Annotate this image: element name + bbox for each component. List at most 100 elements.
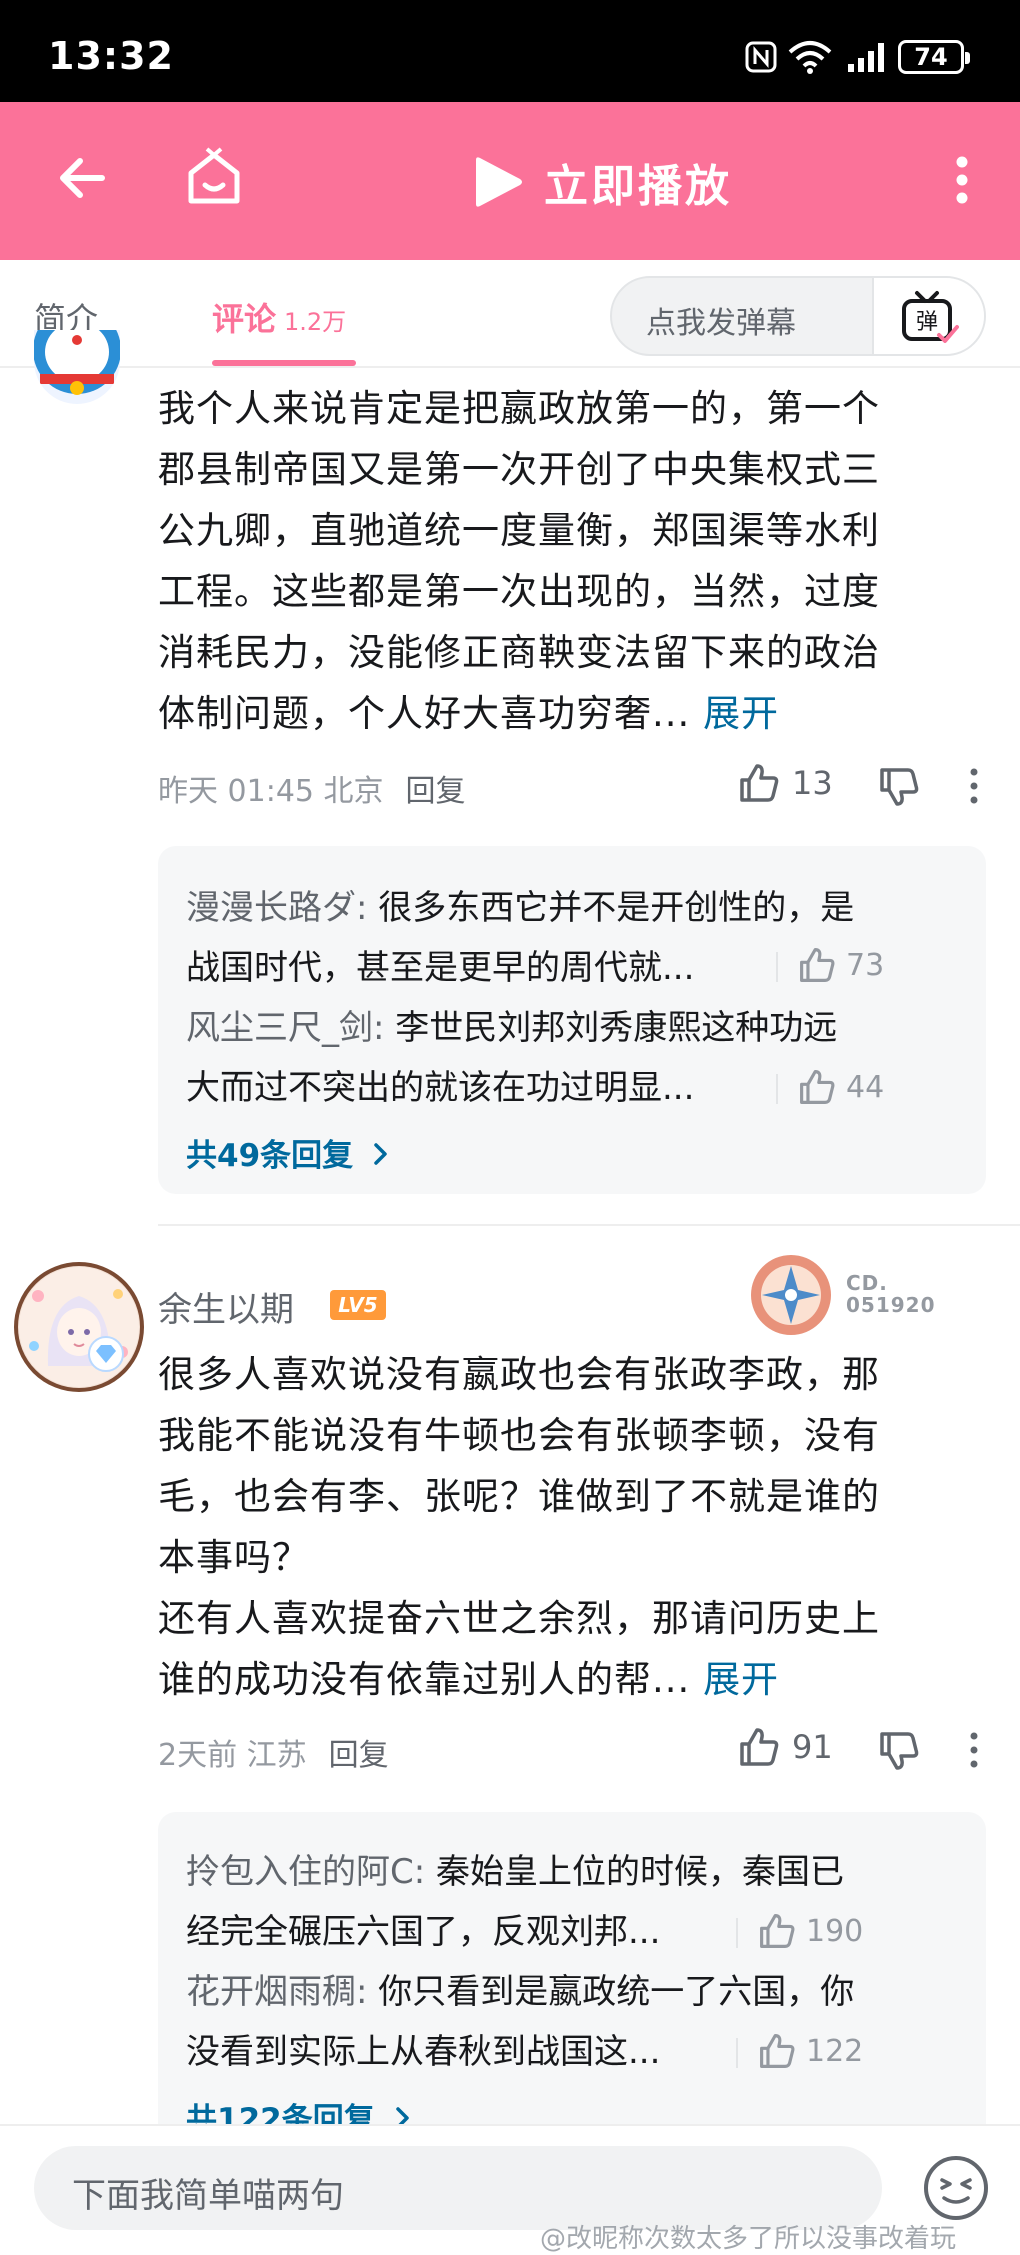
reply-text: 李世民刘邦刘秀康熙这种功远 [384, 1008, 838, 1048]
like-count: 91 [792, 1728, 833, 1766]
status-bar: 13:32 74 [0, 0, 1020, 102]
dislike-button[interactable] [878, 766, 920, 812]
danmaku-toggle-button[interactable]: 弹 [872, 278, 984, 354]
expand-link[interactable]: 展开 [703, 1658, 779, 1701]
avatar[interactable] [34, 330, 120, 404]
comment-line: 公九卿，直驰道统一度量衡，郑国渠等水利 [158, 509, 880, 552]
status-time: 13:32 [48, 34, 174, 78]
comment-line: 还有人喜欢提奋六世之余烈，那请问历史上 [158, 1597, 880, 1640]
emoji-button[interactable] [920, 2152, 992, 2224]
more-menu-button[interactable] [944, 148, 980, 212]
thumbs-up-icon [740, 764, 779, 802]
comment-text: 很多人喜欢说没有嬴政也会有张政李政，那 我能不能说没有牛顿也会有张顿李顿，没有 … [158, 1344, 968, 1710]
comment-line: 谁的成功没有依靠过别人的帮... [158, 1658, 691, 1701]
reply-like-count: 44 [846, 1069, 885, 1105]
anime-girl-avatar-icon [19, 1267, 139, 1387]
thumbs-up-icon [800, 1070, 835, 1104]
tab-active-indicator [212, 360, 356, 366]
reply-button[interactable]: 回复 [329, 1738, 389, 1773]
comment-time: 昨天 01:45 北京 [158, 774, 384, 809]
comment-line: 毛，也会有李、张呢？谁做到了不就是谁的 [158, 1475, 880, 1518]
reply-like-count: 122 [806, 2033, 864, 2069]
reply-author[interactable]: 风尘三尺_剑: [186, 1008, 384, 1048]
reply-like-button[interactable]: 44 [775, 1068, 885, 1106]
reply-like-count: 73 [846, 947, 885, 983]
like-button[interactable]: 13 [738, 762, 833, 804]
back-button[interactable] [50, 146, 114, 210]
total-replies-label: 共49条回复 [186, 1138, 354, 1174]
more-vertical-icon [956, 156, 968, 204]
danmaku-icon-char: 弹 [916, 310, 938, 335]
dislike-button[interactable] [878, 1730, 920, 1776]
reply-preview-box[interactable]: 拎包入住的阿C: 秦始皇上位的时候，秦国已 经完全碾压六国了，反观刘邦... 1… [158, 1812, 986, 2152]
comment-line: 体制问题，个人好大喜功穷奢... [158, 692, 691, 735]
reply-button[interactable]: 回复 [406, 774, 466, 809]
thumbs-up-icon [760, 1914, 795, 1948]
comment-text: 我个人来说肯定是把嬴政放第一的，第一个 郡县制帝国又是第一次开创了中央集权式三 … [158, 378, 968, 744]
thumbs-down-icon [880, 1732, 919, 1770]
reply-like-button[interactable]: 122 [735, 2032, 864, 2070]
tab-comments-label: 评论 [212, 300, 277, 338]
comment-line: 郡县制帝国又是第一次开创了中央集权式三 [158, 448, 880, 491]
battery-indicator: 74 [898, 40, 970, 74]
comment-more-button[interactable] [968, 1730, 980, 1774]
more-vertical-icon [970, 1732, 978, 1768]
comment-line: 我能不能说没有牛顿也会有张顿李顿，没有 [158, 1414, 880, 1457]
thumbs-up-icon [740, 1728, 779, 1766]
user-level-badge: LV5 [330, 1290, 386, 1320]
play-now-button[interactable]: 立即播放 [470, 150, 732, 214]
emoji-face-icon [924, 2156, 988, 2220]
tab-bar: 简介 评论 1.2万 点我发弹幕 弹 [0, 260, 1020, 368]
comment-more-button[interactable] [968, 766, 980, 810]
comment-count: 1.2万 [284, 308, 347, 336]
comment-time: 2天前 江苏 [158, 1738, 307, 1773]
comment-line: 消耗民力，没能修正商鞅变法留下来的政治 [158, 631, 880, 674]
play-icon [476, 157, 522, 207]
play-now-label: 立即播放 [544, 161, 732, 212]
comment-meta: 昨天 01:45 北京 回复 [158, 766, 466, 810]
weibo-watermark: @改昵称次数太多了所以没事改着玩 [540, 2224, 957, 2254]
reply-author[interactable]: 花开烟雨稠: [186, 1972, 367, 2012]
danmaku-tv-icon: 弹 [902, 291, 959, 343]
home-icon [188, 147, 240, 204]
reply-like-button[interactable]: 73 [775, 946, 885, 984]
signal-icon [848, 43, 884, 72]
like-button[interactable]: 91 [738, 1726, 833, 1768]
reply-preview-box[interactable]: 漫漫长路ダ: 很多东西它并不是开创性的，是 战国时代，甚至是更早的周代就... … [158, 846, 986, 1194]
reply-text: 很多东西它并不是开创性的，是 [367, 888, 855, 928]
view-all-replies-link[interactable]: 共49条回复 [186, 1130, 390, 1175]
like-count: 13 [792, 764, 833, 802]
arrow-left-icon [60, 158, 105, 198]
thumbs-up-icon [800, 948, 835, 982]
expand-link[interactable]: 展开 [703, 692, 779, 735]
more-vertical-icon [970, 768, 978, 804]
home-button[interactable] [180, 142, 248, 214]
video-header: 立即播放 [0, 102, 1020, 260]
reply-text: 你只看到是嬴政统一了六国，你 [367, 1972, 855, 2012]
comment-line: 工程。这些都是第一次出现的，当然，过度 [158, 570, 880, 613]
thumbs-up-icon [760, 2034, 795, 2068]
avatar[interactable] [14, 1262, 144, 1392]
tab-comments[interactable]: 评论 1.2万 [212, 294, 346, 340]
danmaku-placeholder: 点我发弹幕 [646, 306, 796, 341]
reply-text: 秦始皇上位的时候，秦国已 [425, 1852, 845, 1892]
thumbs-down-icon [880, 768, 919, 806]
reply-like-button[interactable]: 190 [735, 1912, 864, 1950]
comment-username[interactable]: 余生以期 [158, 1282, 294, 1331]
comment-input-placeholder: 下面我简单喵两句 [72, 2176, 344, 2216]
fan-medal-number: CD. 051920 [846, 1272, 936, 1316]
reply-author[interactable]: 拎包入住的阿C: [186, 1852, 425, 1892]
comment-divider [158, 1224, 1020, 1226]
nfc-icon [745, 41, 777, 73]
fan-medal-icon [751, 1255, 831, 1335]
comment-line: 本事吗？ [158, 1536, 310, 1579]
chevron-right-icon [374, 1143, 387, 1165]
comment-meta: 2天前 江苏 回复 [158, 1730, 389, 1774]
reply-like-count: 190 [806, 1913, 864, 1949]
wifi-icon [788, 41, 832, 74]
verified-badge-icon [88, 1336, 124, 1372]
comment-line: 很多人喜欢说没有嬴政也会有张政李政，那 [158, 1353, 880, 1396]
comment-line: 我个人来说肯定是把嬴政放第一的，第一个 [158, 387, 880, 430]
danmaku-input[interactable]: 点我发弹幕 弹 [610, 276, 986, 356]
reply-author[interactable]: 漫漫长路ダ: [186, 888, 367, 928]
